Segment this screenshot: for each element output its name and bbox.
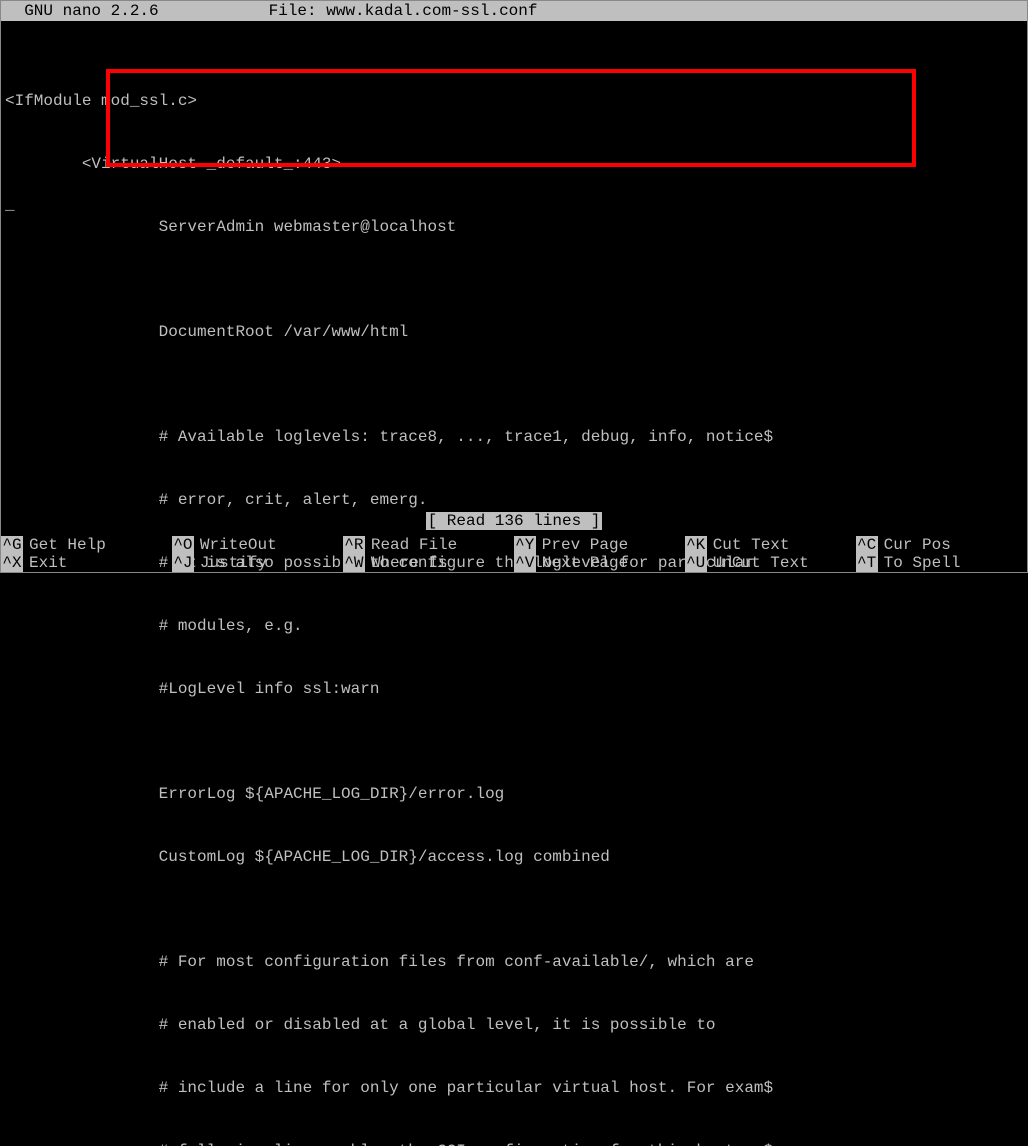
status-message: [ Read 136 lines ] <box>426 512 603 530</box>
shortcut-key: ^Y <box>514 536 536 554</box>
code-line: DocumentRoot /var/www/html <box>5 322 1023 343</box>
shortcut-key: ^C <box>856 536 878 554</box>
shortcut-key: ^W <box>343 554 365 572</box>
shortcut-label: Prev Page <box>536 536 628 554</box>
shortcut-bar: ^G Get Help ^O WriteOut ^R Read File ^Y … <box>1 536 1027 572</box>
title-bar: GNU nano 2.2.6 File: www.kadal.com-ssl.c… <box>1 1 1027 21</box>
app-name: GNU nano 2.2.6 <box>5 1 159 21</box>
shortcut-cut-text[interactable]: ^K Cut Text <box>685 536 856 554</box>
shortcut-to-spell[interactable]: ^T To Spell <box>856 554 1027 572</box>
shortcut-writeout[interactable]: ^O WriteOut <box>172 536 343 554</box>
shortcut-uncut-text[interactable]: ^U UnCut Text <box>685 554 856 572</box>
shortcut-key: ^O <box>172 536 194 554</box>
shortcut-justify[interactable]: ^J Justify <box>172 554 343 572</box>
shortcut-label: Read File <box>365 536 457 554</box>
status-bar: [ Read 136 lines ] <box>1 512 1027 530</box>
code-line: # following line enables the CGI configu… <box>5 1141 1023 1146</box>
cursor-indicator: _ <box>5 196 15 214</box>
shortcut-prev-page[interactable]: ^Y Prev Page <box>514 536 685 554</box>
shortcut-key: ^U <box>685 554 707 572</box>
shortcut-key: ^V <box>514 554 536 572</box>
shortcut-key: ^K <box>685 536 707 554</box>
shortcut-label: UnCut Text <box>707 554 809 572</box>
code-line: <VirtualHost _default_:443> <box>5 154 1023 175</box>
shortcut-label: Get Help <box>23 536 106 554</box>
editor-content[interactable]: <IfModule mod_ssl.c> <VirtualHost _defau… <box>1 49 1027 1146</box>
shortcut-exit[interactable]: ^X Exit <box>1 554 172 572</box>
code-line: ServerAdmin webmaster@localhost <box>5 217 1023 238</box>
shortcut-label: To Spell <box>878 554 961 572</box>
code-line: CustomLog ${APACHE_LOG_DIR}/access.log c… <box>5 847 1023 868</box>
shortcut-get-help[interactable]: ^G Get Help <box>1 536 172 554</box>
file-name: File: www.kadal.com-ssl.conf <box>159 1 1023 21</box>
shortcut-next-page[interactable]: ^V Next Page <box>514 554 685 572</box>
shortcut-key: ^J <box>172 554 194 572</box>
shortcut-read-file[interactable]: ^R Read File <box>343 536 514 554</box>
shortcut-key: ^R <box>343 536 365 554</box>
shortcut-row-1: ^G Get Help ^O WriteOut ^R Read File ^Y … <box>1 536 1027 554</box>
shortcut-cur-pos[interactable]: ^C Cur Pos <box>856 536 1027 554</box>
shortcut-key: ^T <box>856 554 878 572</box>
code-line: # include a line for only one particular… <box>5 1078 1023 1099</box>
shortcut-label: Cut Text <box>707 536 790 554</box>
shortcut-key: ^X <box>1 554 23 572</box>
shortcut-label: Exit <box>23 554 67 572</box>
code-line: <IfModule mod_ssl.c> <box>5 91 1023 112</box>
code-line: #LogLevel info ssl:warn <box>5 679 1023 700</box>
code-line: # For most configuration files from conf… <box>5 952 1023 973</box>
code-line: # Available loglevels: trace8, ..., trac… <box>5 427 1023 448</box>
shortcut-label: Where Is <box>365 554 448 572</box>
shortcut-label: Justify <box>194 554 267 572</box>
shortcut-label: Next Page <box>536 554 628 572</box>
code-line: # enabled or disabled at a global level,… <box>5 1015 1023 1036</box>
shortcut-label: WriteOut <box>194 536 277 554</box>
code-line: # modules, e.g. <box>5 616 1023 637</box>
code-line: # error, crit, alert, emerg. <box>5 490 1023 511</box>
shortcut-where-is[interactable]: ^W Where Is <box>343 554 514 572</box>
code-line: ErrorLog ${APACHE_LOG_DIR}/error.log <box>5 784 1023 805</box>
shortcut-key: ^G <box>1 536 23 554</box>
shortcut-row-2: ^X Exit ^J Justify ^W Where Is ^V Next P… <box>1 554 1027 572</box>
shortcut-label: Cur Pos <box>878 536 951 554</box>
